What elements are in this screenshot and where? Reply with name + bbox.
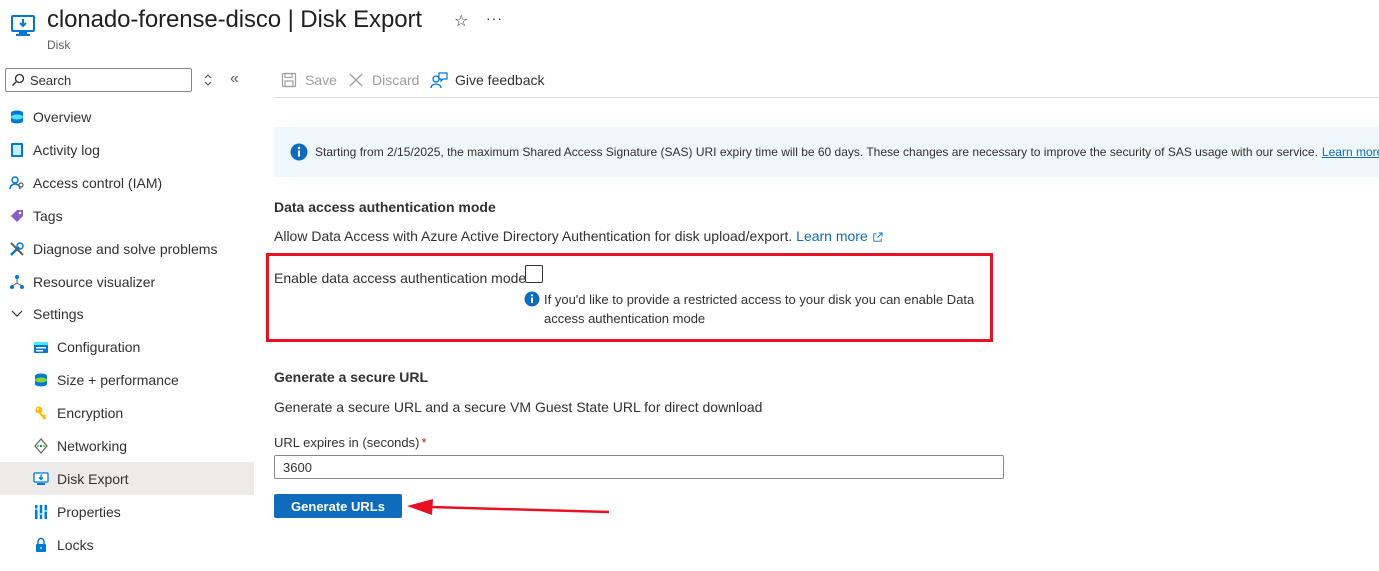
disk-export-icon [11,15,35,36]
sidebar-item-label: Resource visualizer [33,273,156,290]
give-feedback-label: Give feedback [455,72,545,88]
sidebar-item-label: Access control (IAM) [33,174,163,191]
lock-icon [32,536,50,554]
sidebar-item-resource-visualizer[interactable]: Resource visualizer [0,265,254,298]
url-expiry-label: URL expires in (seconds) * [274,435,427,450]
data-access-learn-more-link[interactable]: Learn more [796,228,883,244]
size-performance-icon [32,371,50,389]
star-icon[interactable]: ☆ [454,11,468,31]
sidebar-item-label: Activity log [33,141,100,158]
sidebar-item-locks[interactable]: Locks [0,528,254,561]
resource-type-label: Disk [47,38,71,52]
sort-icon[interactable] [201,72,215,88]
sidebar-item-label: Settings [33,305,84,322]
save-button[interactable]: Save [280,68,337,92]
save-label: Save [305,72,337,88]
activity-log-icon [8,141,26,159]
save-icon [280,71,298,89]
sidebar-item-size-performance[interactable]: Size + performance [0,363,254,396]
sidebar-item-disk-export[interactable]: Disk Export [0,462,254,495]
sidebar-search[interactable] [5,68,192,92]
chevron-down-icon [8,305,26,323]
info-icon [524,291,540,307]
configuration-icon [32,338,50,356]
enable-data-access-checkbox[interactable] [525,265,543,283]
page-header: clonado-forense-disco | Disk Export Disk… [0,0,1379,60]
data-access-description: Allow Data Access with Azure Active Dire… [274,228,793,244]
sidebar-item-label: Properties [57,503,121,520]
visualizer-icon [8,273,26,291]
sidebar-item-label: Diagnose and solve problems [33,240,218,257]
generate-urls-button[interactable]: Generate URLs [274,494,402,518]
feedback-icon [430,71,448,89]
wrench-icon [8,240,26,258]
page-title: clonado-forense-disco | Disk Export [47,6,422,33]
url-expiry-input[interactable] [274,455,1004,479]
search-icon [12,73,25,86]
secure-url-description: Generate a secure URL and a secure VM Gu… [274,399,763,415]
search-input[interactable] [30,71,186,89]
data-access-section-title: Data access authentication mode [274,199,496,215]
close-icon [347,71,365,89]
command-bar: Save Discard Give feedback [274,64,1379,98]
enable-data-access-label: Enable data access authentication mode [274,270,527,286]
sidebar-item-activity-log[interactable]: Activity log [0,133,254,166]
key-icon [32,404,50,422]
networking-icon [32,437,50,455]
properties-icon [32,503,50,521]
sidebar-item-overview[interactable]: Overview [0,100,254,133]
red-arrow-annotation [407,499,610,515]
ellipsis-icon[interactable]: ··· [486,10,503,26]
sidebar-item-label: Configuration [57,338,141,355]
secure-url-section-title: Generate a secure URL [274,369,429,385]
disk-export-icon [32,470,50,488]
tag-icon [8,207,26,225]
give-feedback-button[interactable]: Give feedback [430,68,545,92]
sas-expiry-info-banner: Starting from 2/15/2025, the maximum Sha… [274,127,1379,177]
iam-icon [8,174,26,192]
sidebar-item-properties[interactable]: Properties [0,495,254,528]
sidebar-item-label: Overview [33,108,92,125]
data-access-hint: If you'd like to provide a restricted ac… [544,292,975,326]
sidebar-item-label: Tags [33,207,63,224]
sidebar-item-label: Networking [57,437,128,454]
sidebar-item-iam[interactable]: Access control (IAM) [0,166,254,199]
sidebar-item-diagnose[interactable]: Diagnose and solve problems [0,232,254,265]
sidebar-item-networking[interactable]: Networking [0,429,254,462]
sidebar-item-label: Locks [57,536,94,553]
overview-icon [8,108,26,126]
banner-message: Starting from 2/15/2025, the maximum Sha… [315,145,1318,159]
required-indicator: * [421,435,427,450]
sidebar-item-label: Disk Export [57,470,129,487]
sidebar-item-encryption[interactable]: Encryption [0,396,254,429]
sidebar-item-configuration[interactable]: Configuration [0,330,254,363]
sidebar-item-label: Size + performance [57,371,179,388]
sidebar-item-tags[interactable]: Tags [0,199,254,232]
banner-learn-more-link[interactable]: Learn more [1322,145,1379,159]
collapse-sidebar-icon[interactable]: « [230,71,246,87]
external-link-icon [873,232,883,242]
sidebar-item-label: Encryption [57,404,124,421]
discard-label: Discard [372,72,420,88]
info-icon [290,143,308,161]
discard-button[interactable]: Discard [347,68,419,92]
sidebar-group-settings[interactable]: Settings [0,297,254,330]
